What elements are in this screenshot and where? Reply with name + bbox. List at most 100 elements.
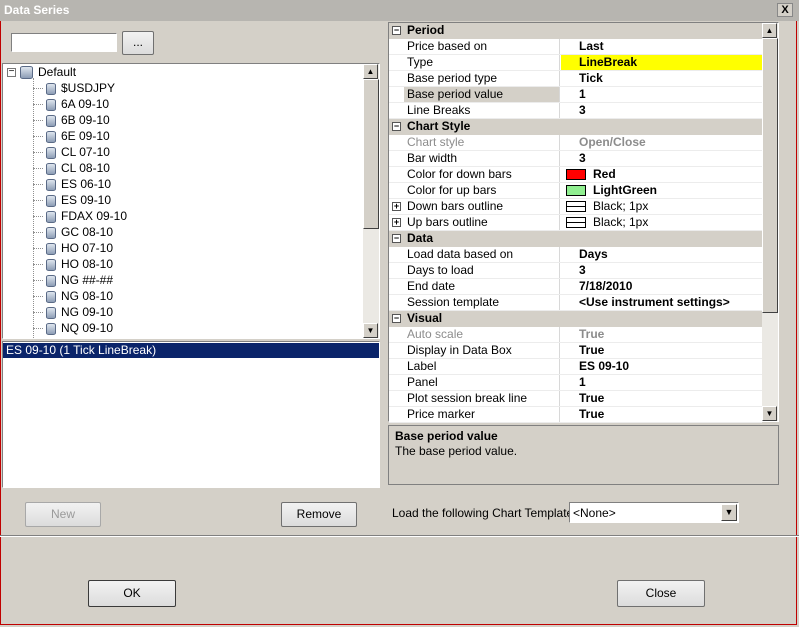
collapse-icon[interactable]: − <box>7 67 16 78</box>
tree-item[interactable]: CL 08-10 <box>46 160 110 176</box>
tree-item[interactable]: HO 07-10 <box>46 240 113 256</box>
property-row[interactable]: Base period value 1 <box>389 87 762 103</box>
tree-item[interactable]: 6B 09-10 <box>46 112 110 128</box>
property-value[interactable]: Tick <box>561 71 762 86</box>
property-scrollbar[interactable]: ▲ ▼ <box>762 23 778 421</box>
property-row[interactable]: Base period type Tick <box>389 71 762 87</box>
property-row[interactable]: Session template <Use instrument settings… <box>389 295 762 311</box>
property-row[interactable]: Price marker True <box>389 407 762 423</box>
series-list-item[interactable]: ES 09-10 (1 Tick LineBreak) <box>3 343 379 358</box>
category-period[interactable]: − Period <box>389 23 762 39</box>
remove-button[interactable]: Remove <box>281 502 357 527</box>
tree-scroll-up-button[interactable]: ▲ <box>363 64 378 79</box>
property-value[interactable]: <Use instrument settings> <box>561 295 762 310</box>
tree-item[interactable]: CL 07-10 <box>46 144 110 160</box>
property-row[interactable]: Auto scale True <box>389 327 762 343</box>
tree-item[interactable]: FDAX 09-10 <box>46 208 127 224</box>
tree-scroll-thumb[interactable] <box>363 79 379 229</box>
template-select[interactable]: <None> ▼ <box>569 502 739 523</box>
browse-button[interactable]: ... <box>122 31 154 55</box>
tree-item[interactable]: 6A 09-10 <box>46 96 109 112</box>
property-value[interactable]: 3 <box>561 103 762 118</box>
property-value[interactable]: LightGreen <box>561 183 762 198</box>
property-value[interactable]: Black; 1px <box>561 199 762 214</box>
property-row[interactable]: Panel 1 <box>389 375 762 391</box>
tree-item-label: CL 08-10 <box>61 161 110 175</box>
category-data[interactable]: − Data <box>389 231 762 247</box>
collapse-icon[interactable]: − <box>392 314 401 323</box>
property-value[interactable]: 7/18/2010 <box>561 279 762 294</box>
property-name: Plot session break line <box>404 391 560 406</box>
property-value[interactable]: Black; 1px <box>561 215 762 230</box>
close-window-button[interactable]: X <box>777 3 793 17</box>
property-row[interactable]: Plot session break line True <box>389 391 762 407</box>
tree-line <box>33 104 43 105</box>
property-value[interactable]: LineBreak <box>561 55 762 70</box>
new-button[interactable]: New <box>25 502 101 527</box>
tree-item[interactable]: NG ##-## <box>46 272 113 288</box>
property-scroll-thumb[interactable] <box>762 38 778 313</box>
close-button[interactable]: Close <box>617 580 705 607</box>
property-name: Panel <box>404 375 560 390</box>
property-row[interactable]: Chart style Open/Close <box>389 135 762 151</box>
tree-scroll-down-button[interactable]: ▼ <box>363 323 378 338</box>
tree-item[interactable]: $USDJPY <box>46 80 115 96</box>
property-value[interactable]: ES 09-10 <box>561 359 762 374</box>
property-row[interactable]: Color for down bars Red <box>389 167 762 183</box>
property-row[interactable]: Color for up bars LightGreen <box>389 183 762 199</box>
property-row[interactable]: Load data based on Days <box>389 247 762 263</box>
property-row[interactable]: Display in Data Box True <box>389 343 762 359</box>
tree-item[interactable]: 6E 09-10 <box>46 128 110 144</box>
category-visual[interactable]: − Visual <box>389 311 762 327</box>
property-value[interactable]: Red <box>561 167 762 182</box>
tree-item[interactable]: HO 08-10 <box>46 256 113 272</box>
property-row[interactable]: + Down bars outline Black; 1px <box>389 199 762 215</box>
property-value[interactable]: Last <box>561 39 762 54</box>
property-value[interactable]: 3 <box>561 151 762 166</box>
property-row[interactable]: Type LineBreak <box>389 55 762 71</box>
tree-item[interactable]: GC 08-10 <box>46 224 113 240</box>
collapse-icon[interactable]: − <box>392 234 401 243</box>
chevron-down-icon[interactable]: ▼ <box>721 504 737 521</box>
property-value[interactable]: 1 <box>561 375 762 390</box>
property-value[interactable]: True <box>561 327 762 342</box>
ok-button[interactable]: OK <box>88 580 176 607</box>
property-row[interactable]: Days to load 3 <box>389 263 762 279</box>
property-scroll-up-button[interactable]: ▲ <box>762 23 777 38</box>
tree-item[interactable]: NQ 09-10 <box>46 320 113 336</box>
expand-icon[interactable]: + <box>392 218 401 227</box>
expand-icon[interactable]: + <box>392 202 401 211</box>
instrument-search-input[interactable] <box>11 33 117 52</box>
tree-item[interactable]: NG 08-10 <box>46 288 113 304</box>
tree-line <box>33 296 43 297</box>
description-panel: Base period value The base period value. <box>388 425 779 485</box>
property-value[interactable]: True <box>561 407 762 422</box>
property-value-text: Black; 1px <box>593 215 649 229</box>
tree-item[interactable]: ES 09-10 <box>46 192 111 208</box>
tree-item-label: 6A 09-10 <box>61 97 110 111</box>
property-value[interactable]: True <box>561 343 762 358</box>
tree-scrollbar[interactable]: ▲ ▼ <box>363 64 379 338</box>
property-value[interactable]: True <box>561 391 762 406</box>
property-row[interactable]: Price based on Last <box>389 39 762 55</box>
property-value[interactable]: 1 <box>561 87 762 102</box>
property-value-text: True <box>579 343 605 357</box>
property-row[interactable]: Label ES 09-10 <box>389 359 762 375</box>
tree-item-label: GC 08-10 <box>61 225 114 239</box>
property-row[interactable]: End date 7/18/2010 <box>389 279 762 295</box>
tree-item-default[interactable]: − Default <box>7 64 76 80</box>
property-value[interactable]: Open/Close <box>561 135 762 150</box>
category-chart-style[interactable]: − Chart Style <box>389 119 762 135</box>
property-row[interactable]: Line Breaks 3 <box>389 103 762 119</box>
property-value[interactable]: 3 <box>561 263 762 278</box>
property-scroll-down-button[interactable]: ▼ <box>762 406 777 421</box>
property-row[interactable]: + Up bars outline Black; 1px <box>389 215 762 231</box>
property-name: Up bars outline <box>404 215 560 230</box>
tree-item[interactable]: ES 06-10 <box>46 176 111 192</box>
database-icon <box>20 66 33 80</box>
collapse-icon[interactable]: − <box>392 122 401 131</box>
tree-item[interactable]: NG 09-10 <box>46 304 113 320</box>
property-value[interactable]: Days <box>561 247 762 262</box>
collapse-icon[interactable]: − <box>392 26 401 35</box>
property-row[interactable]: Bar width 3 <box>389 151 762 167</box>
